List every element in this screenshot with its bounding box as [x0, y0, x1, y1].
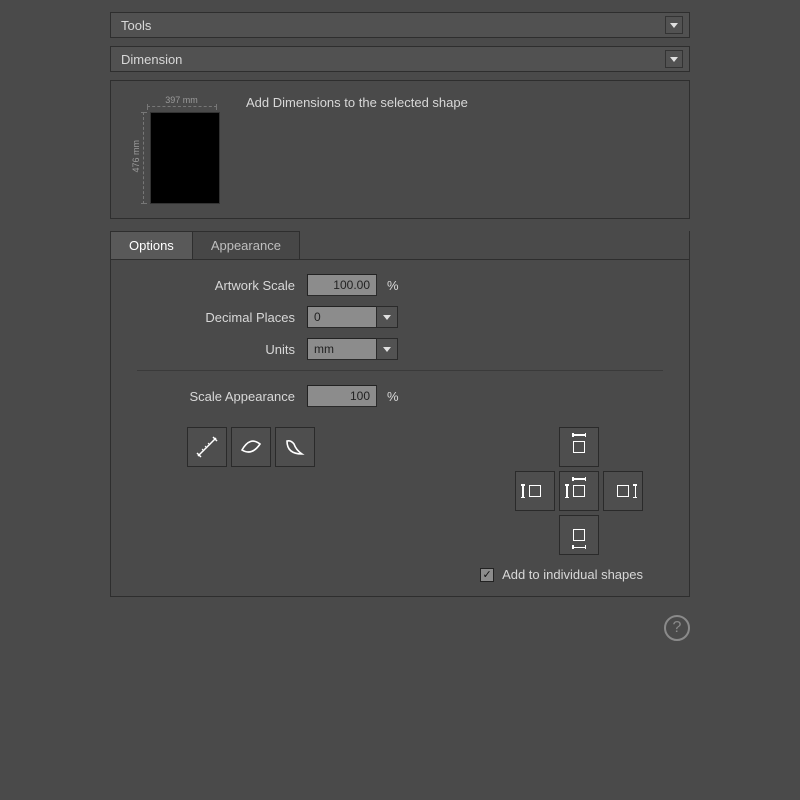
preview-panel: 397 mm 476 mm Add Dimensions to the sele…: [110, 80, 690, 219]
chevron-down-icon: [670, 57, 678, 62]
dimension-top-icon: [566, 434, 592, 460]
units-input[interactable]: [307, 338, 377, 360]
decimal-places-input[interactable]: [307, 306, 377, 328]
artwork-scale-unit: %: [387, 278, 399, 293]
decimal-places-dropdown[interactable]: [376, 306, 398, 328]
scale-appearance-unit: %: [387, 389, 399, 404]
tab-appearance[interactable]: Appearance: [193, 231, 300, 259]
dimension-dropdown-button[interactable]: [665, 50, 683, 68]
preview-caption: Add Dimensions to the selected shape: [246, 91, 468, 204]
dimension-left-button[interactable]: [515, 471, 555, 511]
dimension-right-icon: [610, 478, 636, 504]
arc-button[interactable]: [275, 427, 315, 467]
curve-leaf-button[interactable]: [231, 427, 271, 467]
help-icon: ?: [673, 619, 682, 637]
dimension-all-icon: [566, 478, 592, 504]
preview-ruler-horizontal: [147, 106, 217, 107]
help-button[interactable]: ?: [664, 615, 690, 641]
preview-width-label: 397 mm: [143, 95, 220, 105]
dimension-header[interactable]: Dimension: [110, 46, 690, 72]
dimension-left-icon: [522, 478, 548, 504]
curve-leaf-icon: [238, 434, 264, 460]
units-label: Units: [137, 342, 307, 357]
artwork-scale-input[interactable]: [307, 274, 377, 296]
dimension-top-button[interactable]: [559, 427, 599, 467]
chevron-down-icon: [670, 23, 678, 28]
tools-dropdown-button[interactable]: [665, 16, 683, 34]
options-panel: Options Appearance Artwork Scale % Decim…: [110, 231, 690, 597]
decimal-places-label: Decimal Places: [137, 310, 307, 325]
chevron-down-icon: [383, 347, 391, 352]
preview-shape: [150, 112, 220, 204]
chevron-down-icon: [383, 315, 391, 320]
units-dropdown[interactable]: [376, 338, 398, 360]
scale-appearance-label: Scale Appearance: [137, 389, 307, 404]
measure-line-button[interactable]: [187, 427, 227, 467]
dimension-header-label: Dimension: [121, 52, 182, 67]
tab-bar: Options Appearance: [111, 231, 689, 260]
measure-line-icon: [194, 434, 220, 460]
arc-icon: [282, 434, 308, 460]
tab-options[interactable]: Options: [111, 231, 193, 259]
tools-header-label: Tools: [121, 18, 151, 33]
dimension-right-button[interactable]: [603, 471, 643, 511]
dimension-all-button[interactable]: [559, 471, 599, 511]
preview-height-label: 476 mm: [131, 140, 141, 173]
dimension-bottom-icon: [566, 522, 592, 548]
add-individual-checkbox[interactable]: ✓: [480, 568, 494, 582]
artwork-scale-label: Artwork Scale: [137, 278, 307, 293]
tools-header[interactable]: Tools: [110, 12, 690, 38]
add-individual-label: Add to individual shapes: [502, 567, 643, 582]
scale-appearance-input[interactable]: [307, 385, 377, 407]
preview-figure: 397 mm 476 mm: [125, 91, 226, 204]
separator: [137, 370, 663, 371]
preview-ruler-vertical: [143, 112, 144, 204]
dimension-bottom-button[interactable]: [559, 515, 599, 555]
dimension-placement-grid: [515, 427, 643, 555]
